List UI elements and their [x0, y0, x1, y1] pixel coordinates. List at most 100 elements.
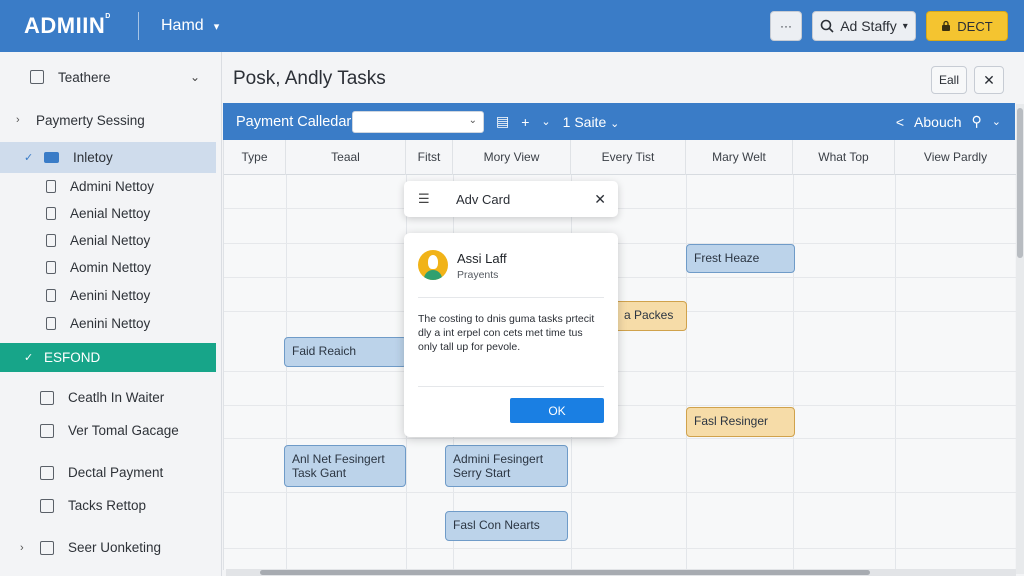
user-menu-button[interactable]: Ad Staffy ▾ — [812, 11, 916, 41]
ok-button[interactable]: OK — [510, 398, 604, 423]
grid-line — [793, 175, 794, 570]
task-card[interactable]: Admini Fesingert Serry Start — [445, 445, 568, 487]
task-card[interactable]: a Packes — [611, 301, 687, 331]
chevron-down-icon: ⌄ — [189, 70, 200, 84]
grid-line — [286, 175, 287, 570]
column-header[interactable]: Type — [224, 140, 286, 175]
sidebar-item-doc-1[interactable]: Admini Nettoy — [0, 173, 216, 200]
sidebar-item-ceatlh[interactable]: Ceatlh In Waiter — [0, 384, 216, 411]
grid-icon[interactable]: ▤ — [496, 113, 509, 130]
sidebar-item-ver-tomal[interactable]: Ver Tomal Gacage — [0, 417, 216, 444]
column-header[interactable]: Mory View — [453, 140, 571, 175]
modal-body: The costing to dnis guma tasks prtecit d… — [418, 313, 595, 353]
column-header[interactable]: Mary Welt — [686, 140, 793, 175]
home-label: Hamd — [161, 17, 204, 34]
calendar-select[interactable]: ⌄ — [352, 110, 484, 133]
document-icon — [46, 207, 56, 220]
info-modal: Assi Laff Prayents The costing to dnis g… — [404, 233, 618, 437]
sidebar-item-doc-4[interactable]: Aomin Nettoy — [0, 254, 216, 281]
copy-icon — [40, 390, 54, 405]
about-label[interactable]: Abouch — [914, 114, 961, 130]
grid-line — [895, 175, 896, 570]
column-header[interactable]: Teaal — [286, 140, 406, 175]
sidebar-item-label: Admini Nettoy — [70, 179, 155, 194]
app-logo[interactable]: ADMIIND — [24, 13, 138, 39]
vertical-scrollbar[interactable] — [1016, 104, 1024, 574]
grid-line — [686, 175, 687, 570]
sidebar-item-label: Ceatlh In Waiter — [68, 390, 165, 405]
sidebar-item-esfond[interactable]: ✓ ESFOND — [0, 343, 216, 372]
document-icon — [46, 317, 56, 330]
column-header[interactable]: View Pardly — [895, 140, 1016, 175]
grid-line — [224, 371, 1016, 372]
check-icon: ✓ — [24, 352, 34, 364]
task-card[interactable]: Fasl Con Nearts — [445, 511, 568, 541]
column-header[interactable]: Fitst — [406, 140, 453, 175]
sidebar-item-doc-6[interactable]: Aenini Nettoy — [0, 310, 216, 337]
edit-all-button[interactable]: Eall — [931, 66, 967, 94]
sidebar-item-label: Paymerty Sessing — [36, 112, 145, 128]
edit-icon — [40, 423, 54, 438]
grid-line — [224, 208, 1016, 209]
chart-icon — [40, 540, 54, 555]
more-button[interactable]: ··· — [770, 11, 802, 41]
view-selector[interactable]: 1 Saite ⌄ — [563, 114, 620, 130]
column-header[interactable]: What Top — [793, 140, 895, 175]
chevron-down-icon: ⌄ — [610, 117, 620, 130]
horizontal-scrollbar[interactable] — [226, 569, 1016, 576]
location-pin-icon[interactable]: ⚲ — [972, 113, 982, 130]
sidebar-item-seer-uonketing[interactable]: › Seer Uonketing — [0, 534, 216, 561]
sidebar-item-doc-5[interactable]: Aenini Nettoy — [0, 282, 216, 309]
sidebar-item-label: Aenini Nettoy — [70, 288, 151, 303]
grid-line — [224, 243, 1016, 244]
avatar-head — [428, 255, 438, 269]
share-icon[interactable]: < — [896, 114, 904, 130]
divider — [138, 12, 139, 40]
add-icon[interactable]: + — [521, 114, 529, 130]
page-title: Posk, Andly Tasks — [233, 68, 386, 89]
top-bar: ADMIIND Hamd ▾ ··· Ad Staffy ▾ DECT — [0, 0, 1024, 52]
avatar — [418, 250, 448, 280]
close-icon[interactable]: ✕ — [594, 191, 606, 208]
sidebar-item-dectal-payment[interactable]: Dectal Payment — [0, 459, 216, 486]
grid-line — [224, 277, 1016, 278]
list-icon: ☰ — [418, 191, 430, 206]
scrollbar-thumb[interactable] — [1017, 108, 1023, 258]
chevron-down-icon: ▾ — [213, 20, 220, 33]
column-header[interactable]: Every Tist — [571, 140, 686, 175]
task-card[interactable]: Faid Reaich — [284, 337, 407, 367]
home-menu[interactable]: Hamd ▾ — [161, 17, 219, 35]
chevron-down-icon[interactable]: ⌄ — [541, 115, 550, 128]
task-card[interactable]: Fasl Resinger — [686, 407, 795, 437]
adv-card-popup: ☰ Adv Card ✕ — [404, 181, 618, 217]
sidebar-item-label: Seer Uonketing — [68, 540, 162, 555]
sidebar-item-inletoy[interactable]: ✓ Inletoy — [0, 142, 216, 173]
sidebar-item-payment-sessing[interactable]: › Paymerty Sessing — [0, 107, 216, 133]
scrollbar-thumb[interactable] — [260, 570, 870, 575]
task-card[interactable]: Anl Net Fesingert Task Gant — [284, 445, 406, 487]
user-label: Ad Staffy — [840, 18, 897, 34]
copy-icon — [40, 465, 54, 480]
sidebar-item-label: Tacks Rettop — [68, 498, 147, 513]
task-card[interactable]: Frest Heaze — [686, 244, 795, 273]
avatar-body — [424, 270, 442, 280]
sidebar-item-doc-2[interactable]: Aenial Nettoy — [0, 200, 216, 227]
sidebar-item-doc-3[interactable]: Aenial Nettoy — [0, 227, 216, 254]
chevron-down-icon[interactable]: ⌄ — [992, 115, 1001, 128]
close-button[interactable]: ✕ — [974, 66, 1004, 94]
document-icon — [46, 180, 56, 193]
sidebar-header[interactable]: Teathere ⌄ — [0, 64, 216, 90]
grid-line — [224, 548, 1016, 549]
sidebar-header-label: Teathere — [58, 69, 111, 85]
document-icon — [46, 289, 56, 302]
sidebar-item-tacks-rettop[interactable]: Tacks Rettop — [0, 492, 216, 519]
sidebar-item-label: Dectal Payment — [68, 465, 164, 480]
calendar-toolbar: Payment Calledar ⌄ ▤ + ⌄ 1 Saite ⌄ < Abo… — [223, 103, 1015, 140]
calendar-title: Payment Calledar — [236, 113, 352, 130]
calendar-grid: Type Teaal Fitst Mory View Every Tist Ma… — [223, 140, 1016, 570]
document-icon — [46, 234, 56, 247]
dect-label: DECT — [957, 18, 993, 34]
grid-header: Type Teaal Fitst Mory View Every Tist Ma… — [224, 140, 1016, 175]
grid-line — [224, 438, 1016, 439]
dect-button[interactable]: DECT — [926, 11, 1008, 41]
